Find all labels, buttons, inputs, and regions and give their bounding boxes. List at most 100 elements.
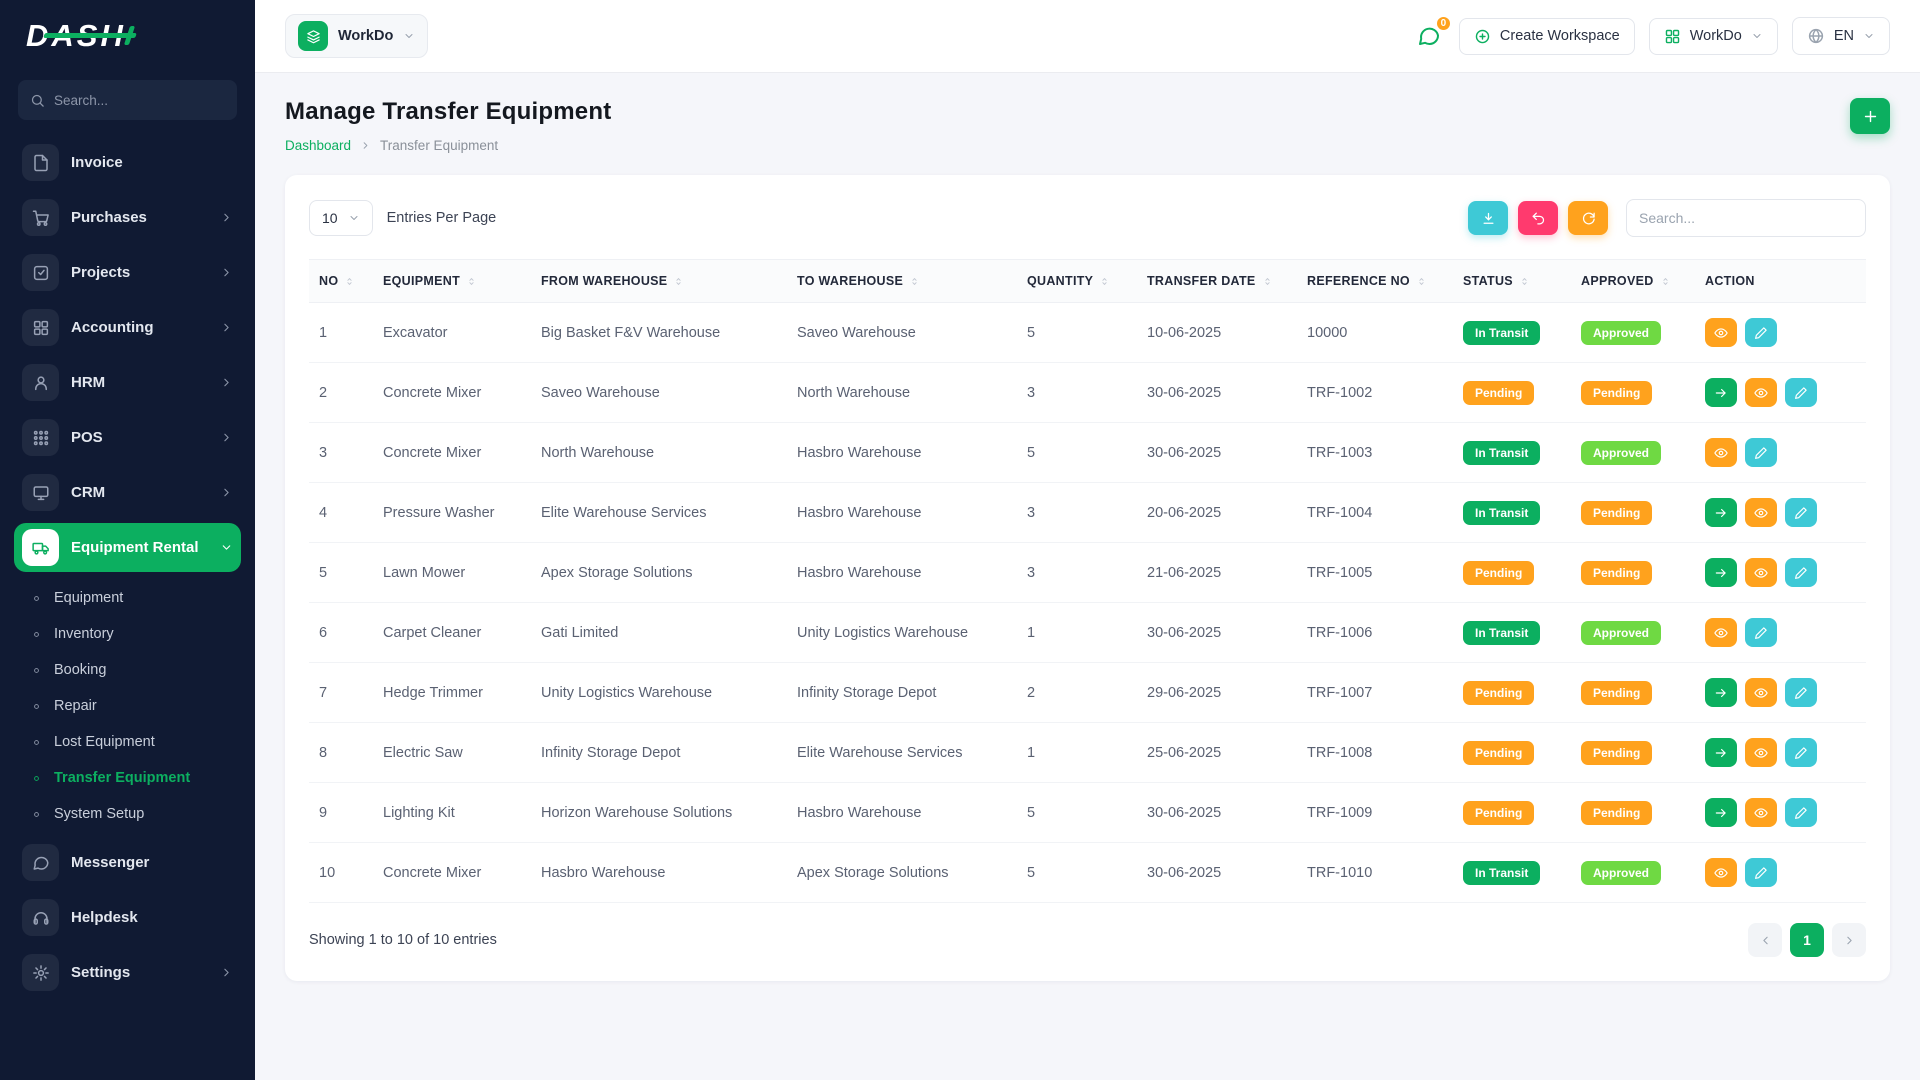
page-1-button[interactable]: 1 bbox=[1790, 923, 1824, 957]
transfer-status-button[interactable] bbox=[1705, 378, 1737, 407]
view-button[interactable] bbox=[1745, 558, 1777, 587]
sidebar-item-pos[interactable]: POS bbox=[14, 413, 241, 462]
sidebar-subitem-label: Transfer Equipment bbox=[54, 770, 190, 786]
pencil-icon bbox=[1794, 386, 1808, 400]
workspace-icon bbox=[298, 21, 328, 51]
arrow-right-icon bbox=[1714, 746, 1728, 760]
sidebar-item-messenger[interactable]: Messenger bbox=[14, 838, 241, 887]
export-button[interactable] bbox=[1468, 201, 1508, 235]
view-button[interactable] bbox=[1745, 798, 1777, 827]
sidebar-item-label: POS bbox=[71, 429, 103, 446]
status-badge: In Transit bbox=[1463, 321, 1540, 345]
edit-button[interactable] bbox=[1785, 558, 1817, 587]
edit-button[interactable] bbox=[1745, 858, 1777, 887]
cell-action bbox=[1695, 723, 1866, 783]
refresh-button[interactable] bbox=[1568, 201, 1608, 235]
sidebar-item-crm[interactable]: CRM bbox=[14, 468, 241, 517]
column-status[interactable]: STATUS bbox=[1453, 260, 1571, 303]
transfer-status-button[interactable] bbox=[1705, 798, 1737, 827]
workspace-dropdown[interactable]: WorkDo bbox=[1649, 18, 1778, 55]
cell-quantity: 3 bbox=[1017, 483, 1137, 543]
sidebar-item-settings[interactable]: Settings bbox=[14, 948, 241, 997]
sidebar-item-helpdesk[interactable]: Helpdesk bbox=[14, 893, 241, 942]
headphones-icon bbox=[22, 899, 59, 936]
cell-quantity: 5 bbox=[1017, 423, 1137, 483]
chevron-down-icon bbox=[1863, 30, 1875, 42]
column-approved[interactable]: APPROVED bbox=[1571, 260, 1695, 303]
approved-badge: Approved bbox=[1581, 621, 1661, 645]
entries-per-page-select[interactable]: 10 bbox=[309, 200, 373, 236]
edit-button[interactable] bbox=[1745, 438, 1777, 467]
sidebar-subitem-label: Repair bbox=[54, 698, 97, 714]
cell-from-warehouse: Infinity Storage Depot bbox=[531, 723, 787, 783]
transfer-status-button[interactable] bbox=[1705, 558, 1737, 587]
cell-from-warehouse: Elite Warehouse Services bbox=[531, 483, 787, 543]
table-row: 5 Lawn Mower Apex Storage Solutions Hasb… bbox=[309, 543, 1866, 603]
sidebar-item-equipment-rental[interactable]: Equipment Rental bbox=[14, 523, 241, 572]
transfer-status-button[interactable] bbox=[1705, 498, 1737, 527]
transfer-status-button[interactable] bbox=[1705, 738, 1737, 767]
column-from-warehouse[interactable]: FROM WAREHOUSE bbox=[531, 260, 787, 303]
reset-button[interactable] bbox=[1518, 201, 1558, 235]
sidebar-subitem-lost-equipment[interactable]: Lost Equipment bbox=[14, 724, 241, 760]
approved-badge: Pending bbox=[1581, 801, 1652, 825]
view-button[interactable] bbox=[1745, 378, 1777, 407]
edit-button[interactable] bbox=[1785, 798, 1817, 827]
edit-button[interactable] bbox=[1745, 318, 1777, 347]
view-button[interactable] bbox=[1705, 318, 1737, 347]
add-transfer-button[interactable] bbox=[1850, 98, 1890, 134]
column-to-warehouse[interactable]: TO WAREHOUSE bbox=[787, 260, 1017, 303]
cell-from-warehouse: Unity Logistics Warehouse bbox=[531, 663, 787, 723]
column-equipment[interactable]: EQUIPMENT bbox=[373, 260, 531, 303]
check-square-icon bbox=[22, 254, 59, 291]
language-dropdown[interactable]: EN bbox=[1792, 17, 1890, 55]
sidebar-item-accounting[interactable]: Accounting bbox=[14, 303, 241, 352]
cell-quantity: 3 bbox=[1017, 363, 1137, 423]
view-button[interactable] bbox=[1705, 858, 1737, 887]
sidebar-search[interactable] bbox=[18, 80, 237, 120]
sidebar-item-invoice[interactable]: Invoice bbox=[14, 138, 241, 187]
cell-reference-no: 10000 bbox=[1297, 303, 1453, 363]
view-button[interactable] bbox=[1745, 498, 1777, 527]
cell-quantity: 3 bbox=[1017, 543, 1137, 603]
column-transfer-date[interactable]: TRANSFER DATE bbox=[1137, 260, 1297, 303]
sidebar-item-purchases[interactable]: Purchases bbox=[14, 193, 241, 242]
edit-button[interactable] bbox=[1745, 618, 1777, 647]
view-button[interactable] bbox=[1745, 738, 1777, 767]
approved-badge: Pending bbox=[1581, 381, 1652, 405]
transfer-status-button[interactable] bbox=[1705, 678, 1737, 707]
edit-button[interactable] bbox=[1785, 378, 1817, 407]
sidebar-subitem-inventory[interactable]: Inventory bbox=[14, 616, 241, 652]
messages-button[interactable]: 0 bbox=[1413, 20, 1445, 52]
column-quantity[interactable]: QUANTITY bbox=[1017, 260, 1137, 303]
edit-button[interactable] bbox=[1785, 738, 1817, 767]
sidebar-subitem-system-setup[interactable]: System Setup bbox=[14, 796, 241, 832]
sidebar-subitem-label: Booking bbox=[54, 662, 106, 678]
workspace-switcher[interactable]: WorkDo bbox=[285, 14, 428, 58]
sidebar-subitem-equipment[interactable]: Equipment bbox=[14, 580, 241, 616]
edit-button[interactable] bbox=[1785, 498, 1817, 527]
cell-reference-no: TRF-1007 bbox=[1297, 663, 1453, 723]
next-page-button[interactable] bbox=[1832, 923, 1866, 957]
breadcrumb-dashboard-link[interactable]: Dashboard bbox=[285, 138, 351, 153]
sidebar-search-input[interactable] bbox=[54, 93, 225, 108]
edit-button[interactable] bbox=[1785, 678, 1817, 707]
table-search-input[interactable] bbox=[1626, 199, 1866, 237]
sidebar-subitem-transfer-equipment[interactable]: Transfer Equipment bbox=[14, 760, 241, 796]
chevron-left-icon bbox=[1759, 934, 1772, 947]
view-button[interactable] bbox=[1705, 438, 1737, 467]
sidebar-item-hrm[interactable]: HRM bbox=[14, 358, 241, 407]
column-reference-no[interactable]: REFERENCE NO bbox=[1297, 260, 1453, 303]
status-badge: In Transit bbox=[1463, 501, 1540, 525]
sidebar-subitem-repair[interactable]: Repair bbox=[14, 688, 241, 724]
view-button[interactable] bbox=[1705, 618, 1737, 647]
column-no[interactable]: NO bbox=[309, 260, 373, 303]
status-badge: Pending bbox=[1463, 561, 1534, 585]
cell-action bbox=[1695, 663, 1866, 723]
status-badge: Pending bbox=[1463, 681, 1534, 705]
sidebar-subitem-booking[interactable]: Booking bbox=[14, 652, 241, 688]
view-button[interactable] bbox=[1745, 678, 1777, 707]
prev-page-button[interactable] bbox=[1748, 923, 1782, 957]
sidebar-item-projects[interactable]: Projects bbox=[14, 248, 241, 297]
create-workspace-button[interactable]: Create Workspace bbox=[1459, 18, 1635, 55]
